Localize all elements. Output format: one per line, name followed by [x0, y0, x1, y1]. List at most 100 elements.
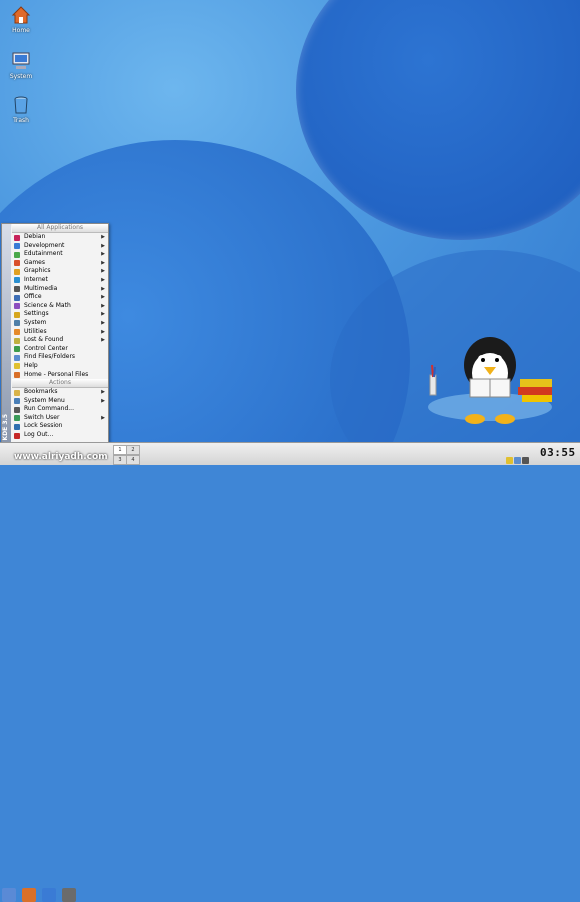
apps-list: Debian ▶ Development ▶ Edutainment ▶ Games ▶ Gra… [12, 233, 108, 379]
menu-item-utilities[interactable]: Utilities ▶ [12, 328, 108, 337]
utilities-icon [14, 329, 20, 336]
menu-item-control-center[interactable]: Control Center [12, 345, 108, 354]
debian-icon [14, 234, 20, 241]
edutainment-icon [14, 251, 20, 258]
menu-item-label: Control Center [24, 344, 68, 352]
kmenu-button-icon[interactable] [2, 888, 16, 902]
find-files-folders-icon [14, 354, 20, 361]
home-icon [10, 4, 32, 26]
menu-header-all-applications: All Applications [12, 224, 108, 233]
terminal-launcher-icon[interactable] [62, 888, 76, 902]
menu-item-lock-session[interactable]: Lock Session [12, 422, 108, 431]
menu-item-label: Lock Session [24, 422, 63, 430]
menu-item-label: Utilities [24, 327, 47, 335]
display-tray-icon[interactable] [522, 457, 529, 464]
menu-side-banner: KDE 3.5 [2, 224, 11, 444]
pager-desktop-2[interactable]: 2 [126, 445, 140, 455]
system-menu-icon [14, 398, 20, 405]
system-icon [14, 320, 20, 327]
menu-item-switch-user[interactable]: Switch User ▶ [12, 414, 108, 423]
submenu-arrow-icon: ▶ [101, 389, 105, 396]
internet-icon [14, 277, 20, 284]
menu-item-settings[interactable]: Settings ▶ [12, 310, 108, 319]
menu-item-label: Multimedia [24, 284, 58, 292]
home-personal-files-icon [14, 372, 20, 378]
watermark-text: www.alriyadh.com [14, 452, 108, 462]
network-tray-icon[interactable] [514, 457, 521, 464]
menu-item-label: Help [24, 361, 38, 369]
menu-item-lost-found[interactable]: Lost & Found ▶ [12, 336, 108, 345]
browser-launcher-icon[interactable] [42, 888, 56, 902]
menu-item-help[interactable]: Help [12, 362, 108, 371]
pager-desktop-1[interactable]: 1 [113, 445, 127, 455]
games-icon [14, 260, 20, 267]
menu-item-edutainment[interactable]: Edutainment ▶ [12, 250, 108, 259]
multimedia-icon [14, 286, 20, 293]
switch-user-icon [14, 415, 20, 422]
menu-item-label: Bookmarks [24, 388, 58, 396]
menu-header-actions: Actions [12, 379, 108, 389]
kde-start-menu: KDE 3.5 All Applications Debian ▶ Developm… [1, 223, 109, 445]
menu-item-label: Run Command... [24, 405, 74, 413]
menu-item-office[interactable]: Office ▶ [12, 293, 108, 302]
menu-item-label: Log Out... [24, 431, 54, 439]
menu-item-label: Find Files/Folders [24, 353, 76, 361]
run-command-icon [14, 406, 20, 413]
menu-item-label: Switch User [24, 413, 60, 421]
submenu-arrow-icon: ▶ [101, 268, 105, 275]
menu-item-log-out[interactable]: Log Out... [12, 431, 108, 440]
submenu-arrow-icon: ▶ [101, 285, 105, 292]
actions-list: Bookmarks ▶ System Menu ▶ Run Command... Swit… [12, 388, 108, 440]
office-icon [14, 294, 20, 301]
lock-session-icon [14, 423, 20, 430]
menu-item-system-menu[interactable]: System Menu ▶ [12, 397, 108, 406]
computer-icon [10, 50, 32, 72]
home-launcher-icon[interactable] [22, 888, 36, 902]
menu-item-label: Internet [24, 275, 48, 283]
menu-item-multimedia[interactable]: Multimedia ▶ [12, 285, 108, 294]
panel-clock[interactable]: 03:55 [540, 446, 576, 459]
submenu-arrow-icon: ▶ [101, 319, 105, 326]
menu-item-label: Graphics [24, 267, 51, 275]
menu-side-label: KDE 3.5 [2, 413, 9, 440]
menu-item-graphics[interactable]: Graphics ▶ [12, 267, 108, 276]
notes-tray-icon[interactable] [506, 457, 513, 464]
desktop-icon-system[interactable]: System [1, 50, 41, 80]
menu-item-bookmarks[interactable]: Bookmarks ▶ [12, 388, 108, 397]
settings-icon [14, 311, 20, 318]
science-math-icon [14, 303, 20, 310]
submenu-arrow-icon: ▶ [101, 294, 105, 301]
menu-item-label: System Menu [24, 396, 65, 404]
menu-item-system[interactable]: System ▶ [12, 319, 108, 328]
menu-item-find-files-folders[interactable]: Find Files/Folders [12, 353, 108, 362]
submenu-arrow-icon: ▶ [101, 414, 105, 421]
submenu-arrow-icon: ▶ [101, 302, 105, 309]
penguin-mascot [428, 337, 552, 424]
desktop-icon-label: Trash [13, 117, 29, 124]
menu-item-home-personal-files[interactable]: Home - Personal Files [12, 371, 108, 380]
bookmarks-icon [14, 389, 20, 396]
menu-item-label: Settings [24, 310, 49, 318]
menu-item-label: Home - Personal Files [24, 370, 89, 378]
menu-item-development[interactable]: Development ▶ [12, 242, 108, 251]
menu-item-debian[interactable]: Debian ▶ [12, 233, 108, 242]
submenu-arrow-icon: ▶ [101, 328, 105, 335]
submenu-arrow-icon: ▶ [101, 242, 105, 249]
desktop-icon-trash[interactable]: Trash [1, 94, 41, 124]
menu-item-games[interactable]: Games ▶ [12, 259, 108, 268]
control-center-icon [14, 346, 20, 353]
desktop-pager: 1 2 3 4 [113, 445, 140, 465]
desktop-icon-label: Home [12, 27, 30, 34]
menu-item-label: Science & Math [24, 301, 71, 309]
menu-item-run-command[interactable]: Run Command... [12, 405, 108, 414]
menu-item-label: Debian [24, 233, 46, 240]
submenu-arrow-icon: ▶ [101, 276, 105, 283]
menu-item-label: Games [24, 258, 45, 266]
menu-item-label: System [24, 318, 47, 326]
desktop-icon-home[interactable]: Home [1, 4, 41, 34]
menu-item-science-math[interactable]: Science & Math ▶ [12, 302, 108, 311]
menu-items: All Applications Debian ▶ Development ▶ Edut… [12, 224, 108, 440]
graphics-icon [14, 268, 20, 275]
menu-item-internet[interactable]: Internet ▶ [12, 276, 108, 285]
desktop-icon-label: System [9, 73, 33, 80]
